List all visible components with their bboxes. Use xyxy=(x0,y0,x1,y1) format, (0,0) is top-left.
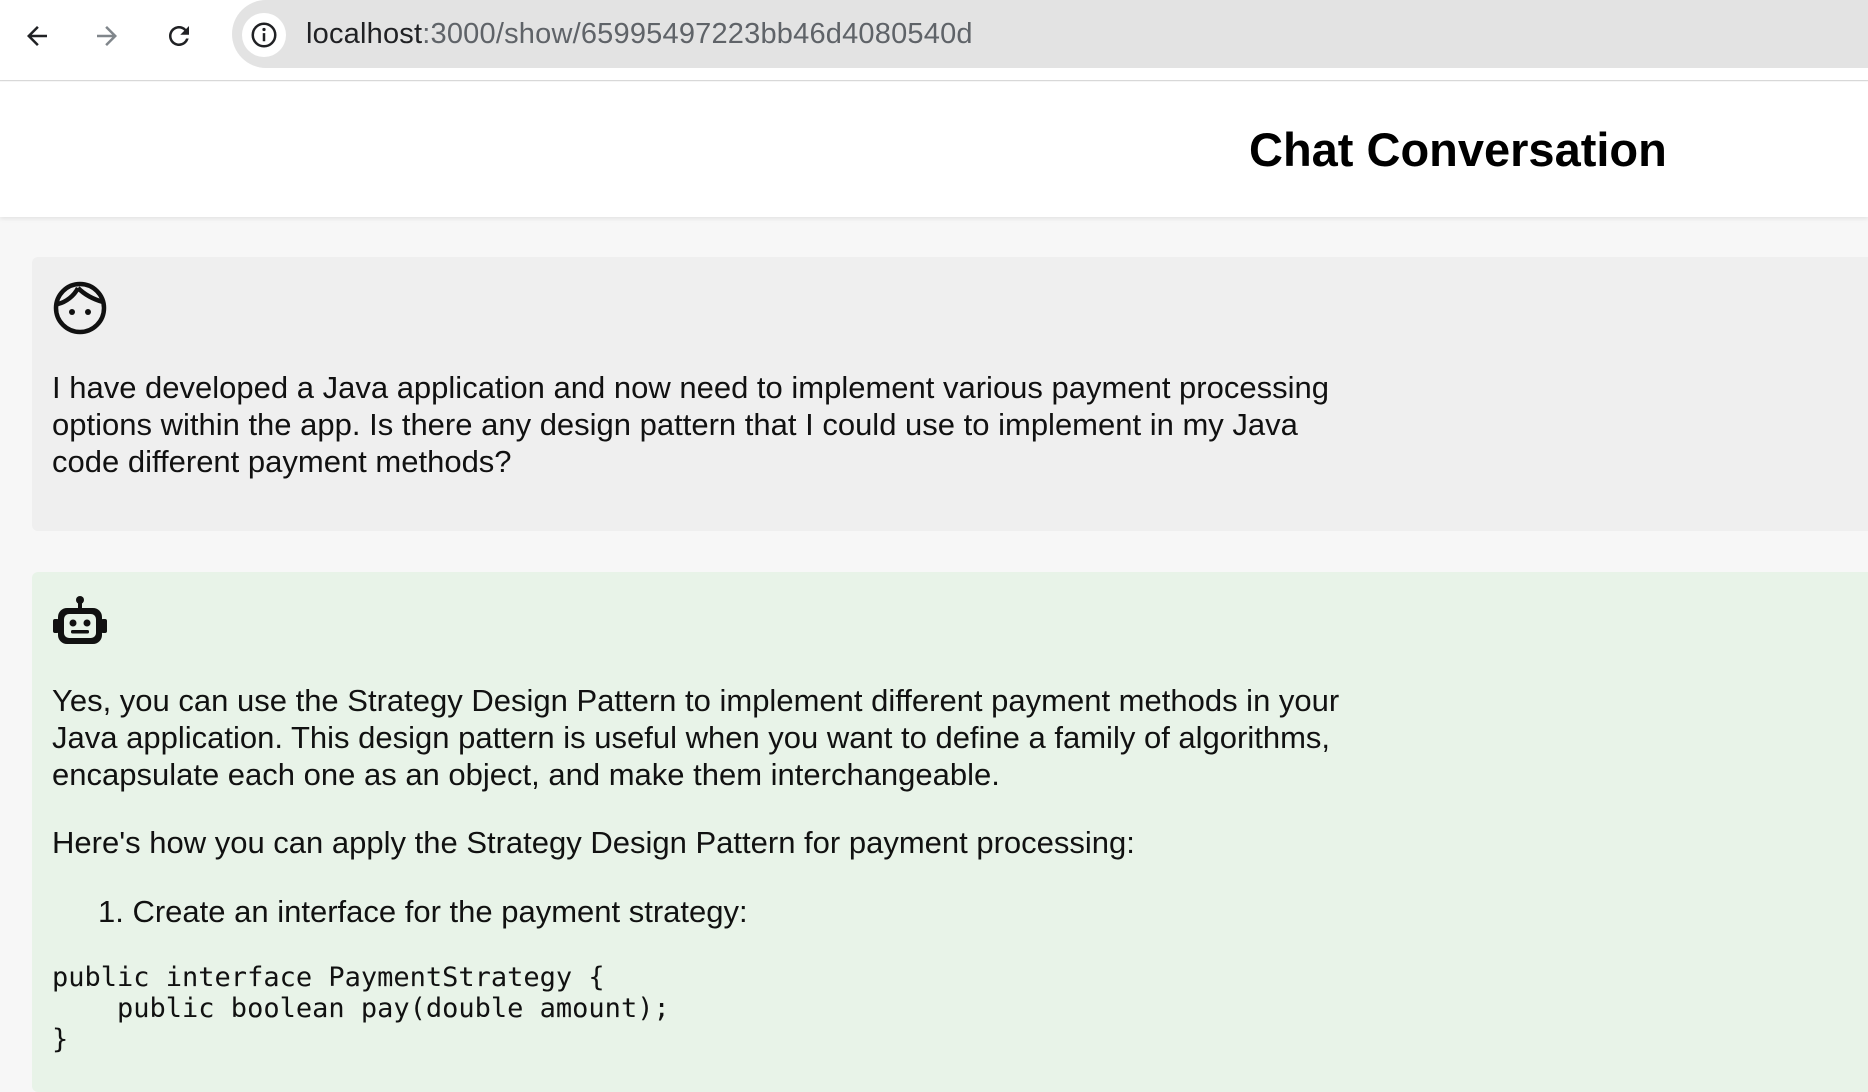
reload-button[interactable] xyxy=(157,14,201,58)
assistant-paragraph-2: Here's how you can apply the Strategy De… xyxy=(52,825,1135,860)
address-bar[interactable]: localhost:3000/show/65995497223bb46d4080… xyxy=(232,0,1868,68)
reload-icon xyxy=(164,21,194,51)
browser-toolbar: localhost:3000/show/65995497223bb46d4080… xyxy=(0,0,1868,81)
list-item: 1. Create an interface for the payment s… xyxy=(98,894,748,929)
robot-icon xyxy=(52,594,108,650)
user-message: I have developed a Java application and … xyxy=(32,257,1868,531)
url-host: localhost xyxy=(306,18,423,50)
forward-button[interactable] xyxy=(85,14,129,58)
arrow-left-icon xyxy=(22,21,52,51)
back-button[interactable] xyxy=(15,14,59,58)
assistant-paragraph-1: Yes, you can use the Strategy Design Pat… xyxy=(52,683,1340,792)
arrow-right-icon xyxy=(92,21,122,51)
face-icon xyxy=(52,280,108,336)
url-path: :3000/show/65995497223bb46d4080540d xyxy=(422,18,973,50)
site-info-icon[interactable] xyxy=(242,13,286,57)
assistant-message: Yes, you can use the Strategy Design Pat… xyxy=(32,572,1868,1092)
user-message-text: I have developed a Java application and … xyxy=(52,370,1329,479)
page-header: Chat Conversation xyxy=(0,82,1868,217)
page-title: Chat Conversation xyxy=(1249,123,1667,176)
code-block: public interface PaymentStrategy { publi… xyxy=(52,962,670,1055)
url-text[interactable]: localhost:3000/show/65995497223bb46d4080… xyxy=(306,18,973,50)
